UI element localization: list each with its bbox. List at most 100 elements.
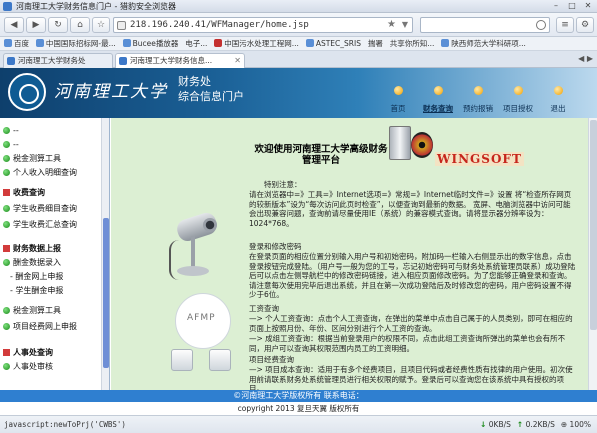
nav-logout[interactable]: 退出 [538,86,578,114]
home-button[interactable]: ⌂ [70,17,90,33]
menu-button[interactable]: ≡ [556,17,574,33]
monitor-icon [171,349,193,371]
sidebar-item-student-fee-summary[interactable]: 学生收费汇总查询 [3,218,77,231]
sidebar-subitem-student-report[interactable]: - 学生酬金申报 [10,284,63,297]
section-heading-salary: 工资查询 [249,304,279,313]
minimize-icon[interactable]: – [549,1,563,11]
footer-text: ©河南理工大学版权所有 联系电话： [233,391,364,400]
bookmark-item[interactable]: 百度 [4,37,29,50]
nav-finance-query[interactable]: 财务查询 [418,86,458,114]
upload-speed: ↑ 0.2KB/S [516,420,555,429]
status-link: javascript:newToPrj('CWBS') [4,420,126,429]
bookmark-item[interactable]: ASTEC_SRIS [305,37,361,50]
bookmark-icon [214,39,223,47]
sidebar-section-data-report: 财务数据上报 [3,242,61,255]
star-button[interactable]: ☆ [92,17,110,33]
address-bar[interactable]: 218.196.240.41/WFManager/home.jsp ★ ▼ [113,17,413,33]
sidebar-item[interactable]: -- [3,124,19,137]
green-bullet-icon [3,155,10,162]
green-bullet-icon [3,259,10,266]
section-heading-login: 登录和修改密码 [249,242,302,251]
webcam-image [169,210,221,282]
project-text: —> 项目成本查询：适用于有多个经费项目，且项目代码或者经费性质有找律的用户使用… [249,365,573,390]
address-url[interactable]: 218.196.240.41/WFManager/home.jsp [130,20,309,31]
sidebar-item-hr-review[interactable]: 人事处审核 [3,360,53,373]
main-content: WINGSOFT 欢迎使用河南理工大学高级财务管理平台 AFMP 特别注意： 请… [111,118,597,390]
nav-dot-icon [393,86,403,95]
green-bullet-icon [3,169,10,176]
bookmarks-bar: 百度 中国国际招标网-最... Bucee播放器 电子... 中国污水处理工程网… [0,37,597,51]
university-name: 河南理工大学 [54,82,168,102]
window-titlebar: 河南理工大学财务信息门户 - 猎豹安全浏览器 – □ ✕ [0,0,597,13]
copyright: copyright 2013 复旦天翼 版权所有 [0,402,597,415]
tab-finance-portal[interactable]: 河南理工大学财务信息... ✕ [115,53,245,69]
search-input[interactable] [420,17,550,33]
sidebar-subitem-online-report[interactable]: - 酬金网上申报 [10,270,63,283]
bookmark-icon [441,39,450,47]
welcome-heading: 欢迎使用河南理工大学高级财务管理平台 [254,144,388,166]
green-bullet-icon [3,205,10,212]
sidebar-section-hr-query: 人事处查询 [3,346,53,359]
status-bar: javascript:newToPrj('CWBS') ↓ 0KB/S ↑ 0.… [0,415,597,433]
sidebar: -- -- 税金测算工具 个人收入明细查询 收费查询 学生收费细目查询 学生收费… [0,118,110,390]
top-nav: 首页 财务查询 预约报销 项目授权 退出 [378,86,593,116]
maximize-icon[interactable]: □ [565,1,579,11]
notice-text: 请在浏览器中=》工具=》Internet选项=》常规=》Internet临时文件… [249,190,572,228]
bookmark-item[interactable]: Bucee播放器 [122,37,178,50]
nav-home[interactable]: 首页 [378,86,418,114]
nav-dot-icon [513,86,523,95]
afmp-label: AFMP [187,313,216,323]
section-marker-icon [3,189,10,196]
bookmark-item[interactable]: 共享你所知... [390,37,435,50]
bookmark-item[interactable]: 电子... [185,37,207,50]
nav-project-auth[interactable]: 项目授权 [498,86,538,114]
scrollbar-thumb[interactable] [103,218,109,368]
bookmark-item[interactable]: 中国污水处理工程网... [214,37,299,50]
download-speed: ↓ 0KB/S [480,420,511,429]
tab-scroll-icon[interactable]: ◀ ▶ [578,54,593,63]
site-header: 河南理工大学 财务处 综合信息门户 首页 财务查询 预约报销 项目授权 退出 [0,68,597,118]
window-controls: – □ ✕ [549,1,595,11]
bookmark-item[interactable]: 揣署 [368,37,383,50]
sidebar-item-tax-calc-2[interactable]: 税金测算工具 [3,304,61,317]
scrollbar-thumb[interactable] [590,120,597,330]
page-icon [117,21,126,30]
sidebar-scrollbar[interactable] [101,118,109,390]
notice-heading: 特别注意： [264,180,302,189]
close-tab-icon[interactable]: ✕ [234,54,241,68]
browser-toolbar: ◀ ▶ ↻ ⌂ ☆ 218.196.240.41/WFManager/home.… [0,13,597,37]
department-name: 财务处 [178,75,211,88]
green-bullet-icon [3,127,10,134]
green-bullet-icon [3,141,10,148]
sidebar-item-student-fee-detail[interactable]: 学生收费细目查询 [3,202,77,215]
bookmark-icon [4,39,12,47]
chevron-down-icon[interactable]: ▼ [402,20,408,29]
forward-button[interactable]: ▶ [26,17,46,33]
content-scrollbar[interactable] [588,118,597,390]
green-bullet-icon [3,363,10,370]
back-button[interactable]: ◀ [4,17,24,33]
sidebar-item-income-detail[interactable]: 个人收入明细查询 [3,166,77,179]
status-indicators: ↓ 0KB/S ↑ 0.2KB/S ⊕ 100% [480,419,591,430]
bookmark-item[interactable]: 中国国际招标网-最... [35,37,116,50]
window-title: 河南理工大学财务信息门户 - 猎豹安全浏览器 [16,2,176,11]
sidebar-item-project-fund-report[interactable]: 项目经费网上申报 [3,320,77,333]
green-bullet-icon [3,307,10,314]
search-icon[interactable] [536,20,546,30]
reload-button[interactable]: ↻ [48,17,68,33]
section-marker-icon [3,245,10,252]
nav-reimbursement[interactable]: 预约报销 [458,86,498,114]
close-icon[interactable]: ✕ [581,1,595,11]
sidebar-item-tax-calc[interactable]: 税金测算工具 [3,152,61,165]
green-bullet-icon [3,323,10,330]
sidebar-section-fee-query: 收费查询 [3,186,45,199]
tab-finance-office[interactable]: 河南理工大学财务处 [3,53,113,68]
sidebar-item-remuneration-entry[interactable]: 酬金数据录入 [3,256,61,269]
tools-button[interactable]: ⚙ [576,17,594,33]
bookmark-item[interactable]: 陕西师范大学科研项... [441,37,526,50]
sidebar-item[interactable]: -- [3,138,19,151]
zoom-level[interactable]: ⊕ 100% [561,419,591,430]
bookmark-star-icon[interactable]: ★ [387,19,396,30]
portal-name: 综合信息门户 [178,90,244,103]
computer-tower-image [389,126,411,160]
